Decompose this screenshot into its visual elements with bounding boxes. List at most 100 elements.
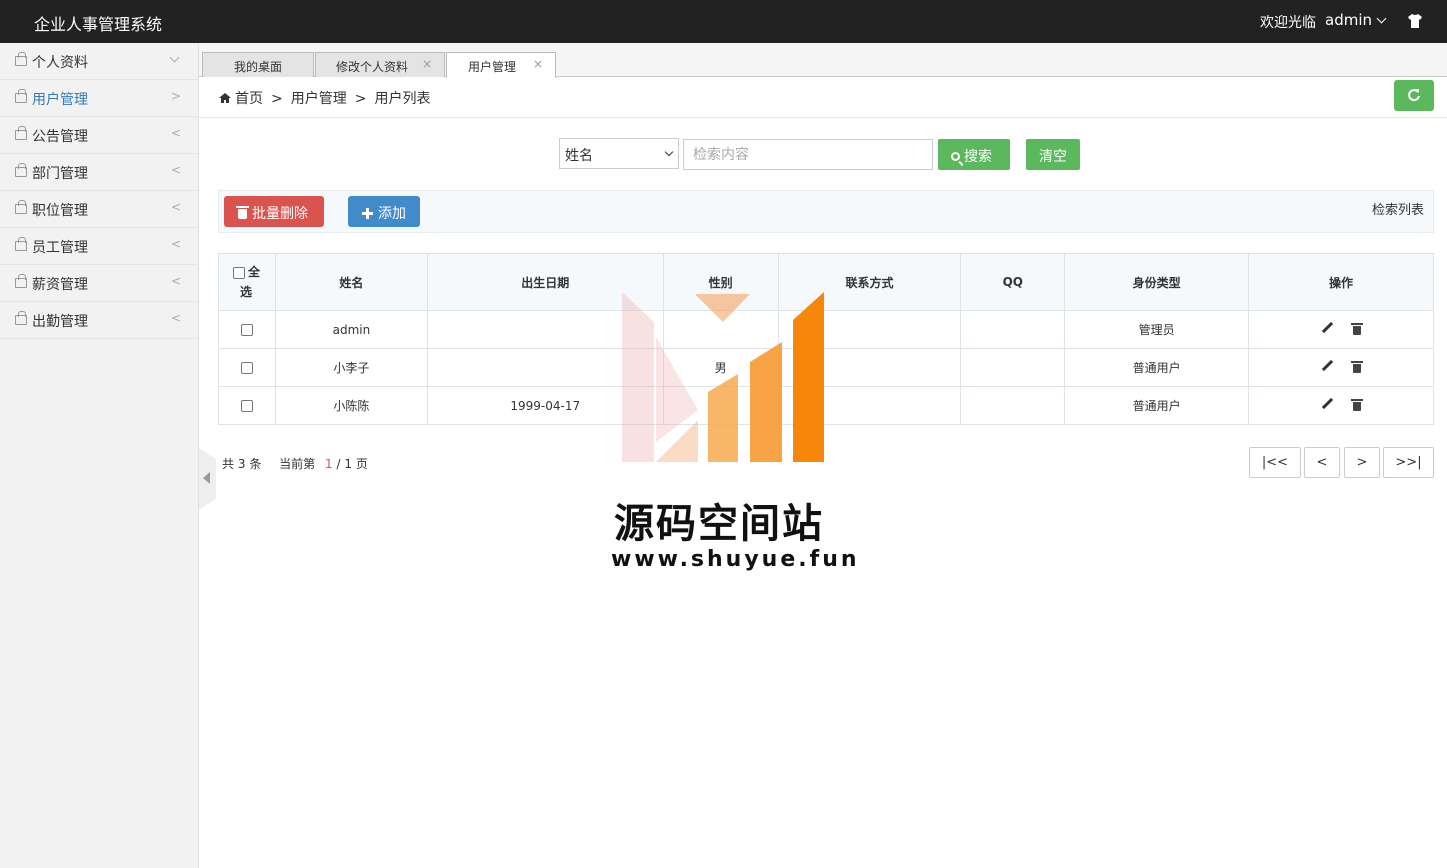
add-label: 添加 — [378, 206, 406, 222]
first-page-button[interactable]: |<< — [1249, 447, 1301, 478]
divider — [199, 117, 1447, 118]
cell-type: 普通用户 — [1064, 348, 1250, 387]
sidebar-item-label: 用户管理 — [32, 92, 88, 108]
chevron-left-icon: < — [170, 274, 181, 288]
home-icon — [219, 93, 231, 103]
edit-icon[interactable] — [1321, 398, 1333, 410]
close-icon[interactable]: × — [422, 57, 432, 71]
select-all-header[interactable]: 全选 — [218, 253, 276, 311]
chevron-left-icon: < — [170, 311, 181, 325]
row-checkbox-cell — [218, 310, 276, 349]
total-suffix: 条 — [249, 457, 262, 471]
pages-suffix: 页 — [355, 457, 368, 471]
sidebar-item-label: 出勤管理 — [32, 314, 88, 330]
next-page-button[interactable]: > — [1344, 447, 1380, 478]
chevron-down-icon — [169, 52, 180, 63]
cell-actions — [1248, 310, 1434, 349]
search-button-label: 搜索 — [964, 149, 992, 165]
current-page: 1 — [325, 457, 333, 471]
bag-icon — [15, 163, 27, 177]
sidebar-item-users[interactable]: 用户管理 > — [0, 80, 198, 117]
pagination-summary: 共 3 条 当前第 1 / 1 页 — [222, 455, 368, 472]
chevron-down-icon — [664, 147, 674, 157]
delete-icon[interactable] — [1351, 399, 1364, 411]
batch-delete-button[interactable]: 批量删除 — [224, 196, 324, 227]
tab-edit-profile[interactable]: 修改个人资料 × — [315, 52, 445, 77]
cell-qq — [960, 386, 1066, 425]
edit-icon[interactable] — [1321, 360, 1333, 372]
search-icon — [951, 152, 960, 161]
select-all-label: 选 — [240, 285, 253, 299]
sidebar: 个人资料 用户管理 > 公告管理 < 部门管理 < 职位管理 < 员工管理 < … — [0, 43, 199, 868]
sidebar-item-employees[interactable]: 员工管理 < — [0, 228, 198, 265]
column-header: 姓名 — [274, 253, 428, 311]
sidebar-item-salary[interactable]: 薪资管理 < — [0, 265, 198, 302]
cell-type: 管理员 — [1064, 310, 1250, 349]
sidebar-collapse-handle[interactable] — [199, 448, 216, 510]
watermark-logo — [622, 292, 824, 462]
user-menu[interactable]: admin — [1325, 11, 1387, 29]
column-header: 操作 — [1248, 253, 1434, 311]
edit-icon[interactable] — [1321, 322, 1333, 334]
tab-bar: 我的桌面 修改个人资料 × 用户管理 × — [199, 43, 1447, 78]
batch-delete-label: 批量删除 — [252, 206, 308, 222]
total-pages: 1 — [344, 457, 352, 471]
plus-icon — [362, 208, 373, 219]
sidebar-item-label: 公告管理 — [32, 129, 88, 145]
username: admin — [1325, 11, 1372, 29]
bag-icon — [15, 311, 27, 325]
page-slash: / — [336, 457, 341, 471]
tshirt-icon[interactable] — [1407, 13, 1423, 29]
breadcrumb-home[interactable]: 首页 — [235, 91, 263, 107]
row-checkbox[interactable] — [240, 362, 253, 374]
bag-icon — [15, 274, 27, 288]
prev-page-button[interactable]: < — [1304, 447, 1340, 478]
watermark-url: www.shuyue.fun — [611, 547, 860, 572]
tab-desktop[interactable]: 我的桌面 — [202, 52, 314, 77]
cell-qq — [960, 310, 1066, 349]
row-checkbox-cell — [218, 386, 276, 425]
breadcrumb-users[interactable]: 用户管理 — [291, 91, 347, 107]
sidebar-item-positions[interactable]: 职位管理 < — [0, 191, 198, 228]
cell-actions — [1248, 386, 1434, 425]
cell-actions — [1248, 348, 1434, 387]
search-field-value: 姓名 — [565, 148, 593, 164]
chevron-left-icon: < — [170, 126, 181, 140]
sidebar-item-attendance[interactable]: 出勤管理 < — [0, 302, 198, 339]
last-page-button[interactable]: >>| — [1383, 447, 1434, 478]
breadcrumb-separator: > — [271, 91, 283, 107]
add-button[interactable]: 添加 — [348, 196, 420, 227]
breadcrumb-separator: > — [354, 91, 367, 107]
chevron-down-icon — [1376, 13, 1387, 24]
clear-button[interactable]: 清空 — [1026, 139, 1080, 170]
row-checkbox[interactable] — [240, 324, 253, 336]
sidebar-item-label: 薪资管理 — [32, 277, 88, 293]
chevron-right-icon: > — [170, 89, 181, 103]
row-checkbox[interactable] — [240, 400, 253, 412]
delete-icon[interactable] — [1351, 323, 1364, 335]
cell-name: 小李子 — [274, 348, 428, 387]
cell-name: 小陈陈 — [274, 386, 428, 425]
tab-user-management[interactable]: 用户管理 × — [446, 52, 556, 78]
select-all-label: 全 — [248, 265, 261, 279]
current-prefix: 当前第 — [279, 457, 316, 471]
search-button[interactable]: 搜索 — [938, 139, 1010, 170]
select-all-checkbox[interactable] — [233, 266, 245, 279]
sidebar-item-label: 部门管理 — [32, 166, 88, 182]
delete-icon[interactable] — [1351, 361, 1364, 373]
sidebar-item-notices[interactable]: 公告管理 < — [0, 117, 198, 154]
refresh-button[interactable] — [1394, 80, 1434, 111]
cell-type: 普通用户 — [1064, 386, 1250, 425]
sidebar-item-label: 职位管理 — [32, 203, 88, 219]
welcome-text: 欢迎光临 — [1260, 15, 1316, 31]
sidebar-item-departments[interactable]: 部门管理 < — [0, 154, 198, 191]
search-input[interactable] — [683, 139, 933, 170]
bag-icon — [15, 126, 27, 140]
bag-icon — [15, 200, 27, 214]
chevron-left-icon: < — [170, 200, 181, 214]
trash-icon — [236, 206, 249, 219]
bag-icon — [15, 237, 27, 251]
search-field-select[interactable]: 姓名 — [559, 138, 679, 169]
close-icon[interactable]: × — [533, 57, 543, 71]
sidebar-item-profile[interactable]: 个人资料 — [0, 43, 198, 80]
